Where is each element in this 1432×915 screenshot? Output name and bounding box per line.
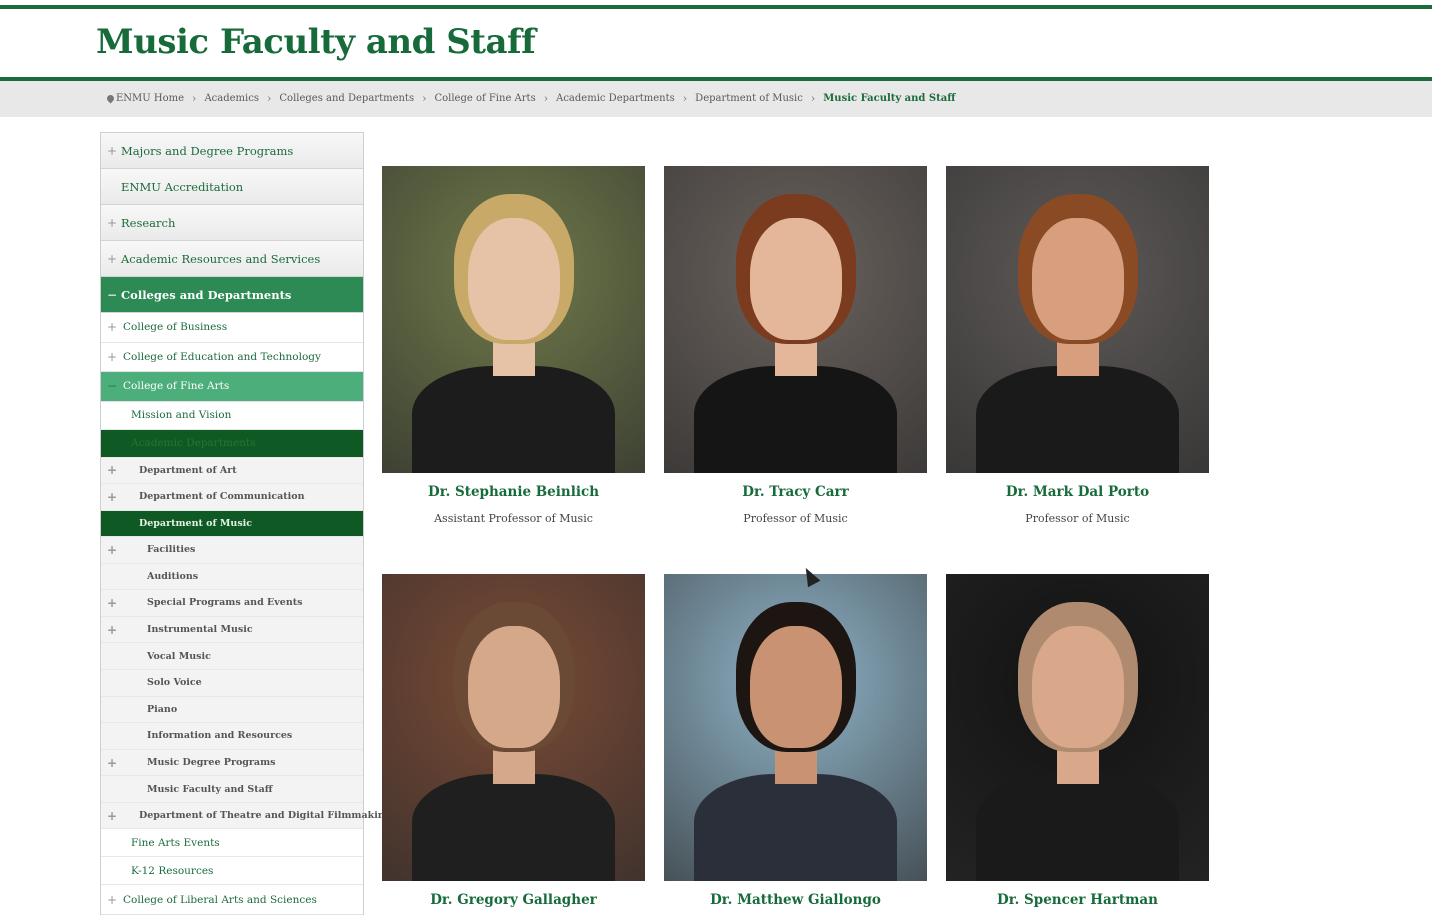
faculty-card: Dr. Spencer Hartman bbox=[946, 574, 1209, 908]
sidebar-item-dept-communication[interactable]: + Department of Communication bbox=[101, 484, 363, 511]
sidebar-item-research[interactable]: + Research bbox=[101, 205, 363, 241]
breadcrumb-colleges[interactable]: Colleges and Departments bbox=[279, 93, 414, 104]
faculty-photo[interactable] bbox=[382, 574, 645, 881]
sidebar-item-music-degrees[interactable]: + Music Degree Programs bbox=[101, 749, 363, 777]
sidebar-item-special-programs[interactable]: + Special Programs and Events bbox=[101, 590, 363, 617]
portrait-face bbox=[1032, 626, 1124, 748]
top-accent-bar bbox=[0, 5, 1432, 9]
chevron-right-icon: › bbox=[422, 92, 427, 105]
sidebar-item-instrumental[interactable]: + Instrumental Music bbox=[101, 616, 363, 644]
sidebar-item-k12[interactable]: K-12 Resources bbox=[101, 857, 363, 886]
faculty-card: Dr. Gregory Gallagher bbox=[382, 574, 645, 908]
breadcrumb-home[interactable]: ENMU Home bbox=[116, 93, 184, 104]
portrait-face bbox=[750, 218, 842, 340]
breadcrumb: ENMU Home › Academics › Colleges and Depar… bbox=[105, 92, 956, 105]
portrait-torso bbox=[976, 366, 1179, 473]
plus-icon[interactable]: + bbox=[107, 543, 117, 557]
sidebar-item-dept-music[interactable]: Department of Music bbox=[101, 510, 363, 537]
faculty-photo[interactable] bbox=[382, 166, 645, 473]
sidebar-item-solo-voice[interactable]: Solo Voice bbox=[101, 669, 363, 697]
breadcrumb-academics[interactable]: Academics bbox=[204, 93, 259, 104]
chevron-right-icon: › bbox=[192, 92, 197, 105]
sidebar-item-college-education[interactable]: + College of Education and Technology bbox=[101, 342, 363, 372]
page-title: Music Faculty and Staff bbox=[96, 22, 536, 62]
breadcrumb-academic-departments[interactable]: Academic Departments bbox=[556, 93, 675, 104]
faculty-name[interactable]: Dr. Tracy Carr bbox=[664, 484, 927, 500]
plus-icon[interactable]: + bbox=[107, 252, 117, 266]
sidebar-nav: + Majors and Degree Programs ENMU Accredi… bbox=[100, 132, 391, 915]
faculty-photo[interactable] bbox=[664, 166, 927, 473]
portrait-torso bbox=[694, 774, 897, 881]
sidebar-item-college-fine-arts[interactable]: − College of Fine Arts bbox=[101, 372, 363, 402]
sidebar-item-auditions[interactable]: Auditions bbox=[101, 563, 363, 591]
portrait-torso bbox=[976, 774, 1179, 881]
faculty-photo[interactable] bbox=[664, 574, 927, 881]
plus-icon[interactable]: + bbox=[107, 596, 117, 610]
breadcrumb-current: Music Faculty and Staff bbox=[823, 93, 956, 104]
faculty-name[interactable]: Dr. Mark Dal Porto bbox=[946, 484, 1209, 500]
sidebar-item-college-liberal-arts[interactable]: + College of Liberal Arts and Sciences bbox=[101, 885, 363, 915]
faculty-name[interactable]: Dr. Stephanie Beinlich bbox=[382, 484, 645, 500]
faculty-title: Professor of Music bbox=[1025, 512, 1130, 525]
sidebar-item-college-business[interactable]: + College of Business bbox=[101, 313, 363, 343]
faculty-name[interactable]: Dr. Gregory Gallagher bbox=[382, 892, 645, 908]
portrait-torso bbox=[412, 366, 615, 473]
faculty-card: Dr. Tracy Carr Professor of Music bbox=[664, 166, 927, 525]
sidebar-item-dept-theatre[interactable]: + Department of Theatre and Digital Filmm… bbox=[101, 802, 391, 830]
plus-icon[interactable]: + bbox=[107, 320, 117, 334]
plus-icon[interactable]: + bbox=[107, 756, 117, 770]
sidebar-item-information[interactable]: Information and Resources bbox=[101, 723, 363, 750]
sidebar-item-academic-departments[interactable]: Academic Departments bbox=[101, 429, 363, 458]
faculty-card: Dr. Stephanie Beinlich Assistant Profess… bbox=[382, 166, 645, 525]
sidebar-item-facilities[interactable]: + Facilities bbox=[101, 537, 363, 564]
sidebar-item-accreditation[interactable]: ENMU Accreditation bbox=[101, 169, 363, 205]
plus-icon[interactable]: + bbox=[107, 490, 117, 504]
faculty-name[interactable]: Dr. Matthew Giallongo bbox=[664, 892, 927, 908]
plus-icon[interactable]: + bbox=[107, 216, 117, 230]
plus-icon[interactable]: + bbox=[107, 350, 117, 364]
chevron-right-icon: › bbox=[682, 92, 688, 105]
portrait-face bbox=[468, 218, 560, 340]
sidebar-item-majors[interactable]: + Majors and Degree Programs bbox=[101, 133, 363, 169]
faculty-name[interactable]: Dr. Spencer Hartman bbox=[946, 892, 1209, 908]
portrait-face bbox=[1032, 218, 1124, 340]
faculty-title: Professor of Music bbox=[743, 512, 848, 525]
sidebar-item-fine-arts-events[interactable]: Fine Arts Events bbox=[101, 829, 363, 858]
portrait-face bbox=[468, 626, 560, 748]
portrait-face bbox=[750, 626, 842, 748]
faculty-card: Dr. Matthew Giallongo bbox=[664, 574, 927, 908]
minus-icon[interactable]: − bbox=[107, 288, 117, 302]
faculty-card: Dr. Mark Dal Porto Professor of Music bbox=[946, 166, 1209, 525]
plus-icon[interactable]: + bbox=[107, 623, 117, 637]
sidebar-item-music-faculty[interactable]: Music Faculty and Staff bbox=[101, 776, 363, 803]
faculty-photo[interactable] bbox=[946, 166, 1209, 473]
plus-icon[interactable]: + bbox=[107, 809, 117, 823]
chevron-right-icon: › bbox=[810, 92, 816, 105]
plus-icon[interactable]: + bbox=[107, 893, 117, 907]
minus-icon[interactable]: − bbox=[107, 379, 117, 393]
faculty-title: Assistant Professor of Music bbox=[434, 512, 593, 525]
sidebar-item-academic-resources[interactable]: + Academic Resources and Services bbox=[101, 241, 363, 277]
breadcrumb-fine-arts[interactable]: College of Fine Arts bbox=[434, 93, 535, 104]
breadcrumb-music-dept[interactable]: Department of Music bbox=[695, 93, 803, 104]
sidebar-item-piano[interactable]: Piano bbox=[101, 696, 363, 724]
chevron-right-icon: › bbox=[266, 92, 272, 105]
plus-icon[interactable]: + bbox=[107, 144, 117, 158]
sidebar-item-dept-art[interactable]: + Department of Art bbox=[101, 457, 363, 484]
sidebar-item-vocal[interactable]: Vocal Music bbox=[101, 643, 363, 670]
sidebar-item-colleges[interactable]: − Colleges and Departments bbox=[101, 277, 363, 313]
faculty-photo[interactable] bbox=[946, 574, 1209, 881]
portrait-torso bbox=[412, 774, 615, 881]
portrait-torso bbox=[694, 366, 897, 473]
sidebar-item-mission[interactable]: Mission and Vision bbox=[101, 401, 363, 430]
location-pin-icon bbox=[105, 93, 116, 104]
plus-icon[interactable]: + bbox=[107, 463, 117, 477]
chevron-right-icon: › bbox=[543, 92, 549, 105]
